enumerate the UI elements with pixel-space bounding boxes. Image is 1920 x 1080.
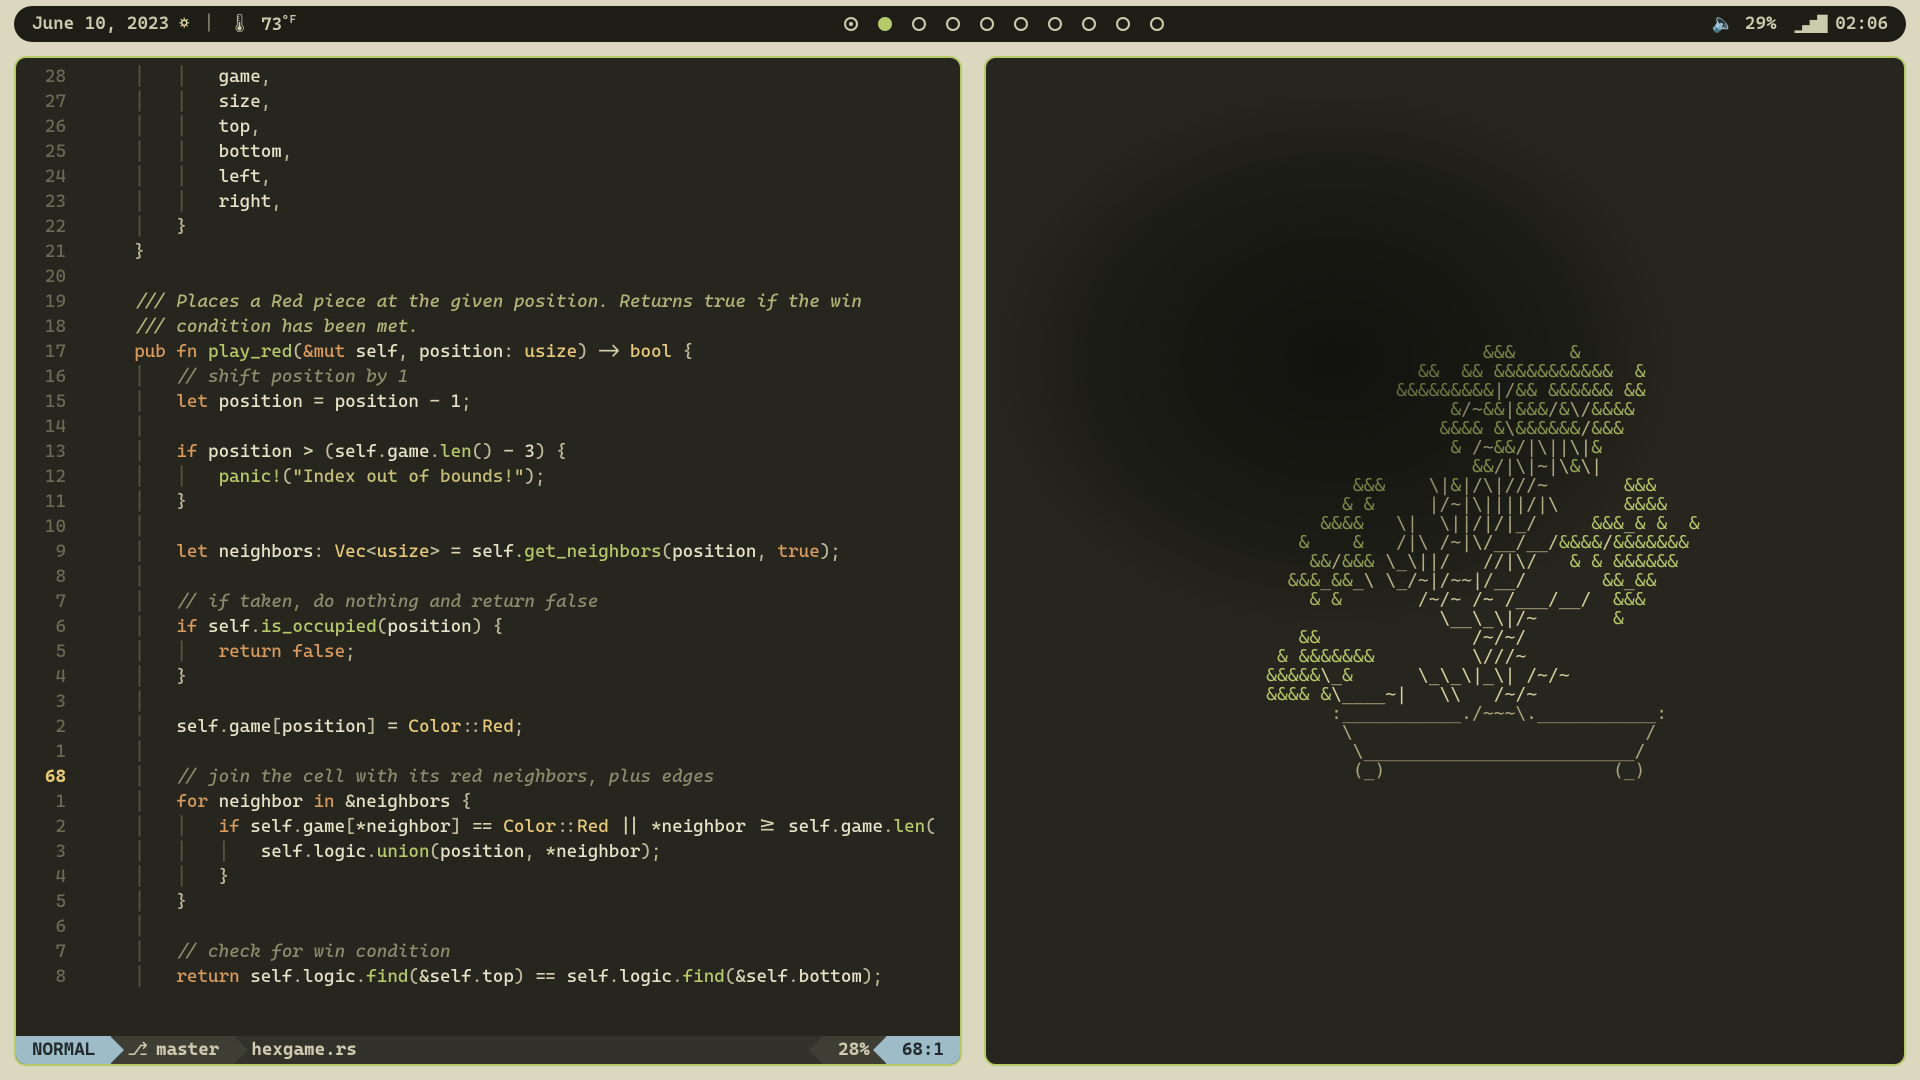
volume-label: 29% bbox=[1745, 13, 1777, 34]
filename-segment: hexgame.rs bbox=[235, 1036, 822, 1064]
git-branch-label: master bbox=[156, 1041, 219, 1059]
workspace-dot-4[interactable] bbox=[980, 17, 994, 31]
mode-segment: NORMAL bbox=[16, 1036, 111, 1064]
topbar-right: 🔈 29% ▁▃▅▇ 02:06 bbox=[1712, 15, 1888, 33]
topbar-left: June 10, 2023 ☼ | 🌡 73°F bbox=[32, 14, 297, 34]
workspace-dot-1[interactable] bbox=[878, 17, 892, 31]
workspace-indicator[interactable] bbox=[297, 17, 1712, 31]
thermometer-icon: 🌡 bbox=[228, 15, 251, 33]
workspace-dot-3[interactable] bbox=[946, 17, 960, 31]
workspace-dot-2[interactable] bbox=[912, 17, 926, 31]
workspace-panes: 2827262524232221201918171615141312111098… bbox=[14, 56, 1906, 1066]
workspace-dot-9[interactable] bbox=[1150, 17, 1164, 31]
code-area[interactable]: │ │ game, │ │ size, │ │ top, │ │ bottom,… bbox=[80, 64, 960, 1034]
git-branch-segment: ⎇ master bbox=[111, 1036, 235, 1064]
workspace-dot-0[interactable] bbox=[844, 17, 858, 31]
separator: | bbox=[200, 15, 219, 33]
speaker-icon: 🔈 bbox=[1712, 15, 1734, 33]
editor-pane[interactable]: 2827262524232221201918171615141312111098… bbox=[14, 56, 962, 1066]
date-label: June 10, 2023 bbox=[32, 15, 169, 33]
terminal-content: &&& & && && &&&&&&&&&&& & &&&&&&&&&|/&& … bbox=[986, 58, 1904, 1064]
workspace-dot-6[interactable] bbox=[1048, 17, 1062, 31]
signal-icon: ▁▃▅▇ bbox=[1795, 15, 1825, 33]
sun-icon: ☼ bbox=[179, 15, 190, 33]
temperature-label: 73°F bbox=[261, 14, 297, 34]
workspace-dot-8[interactable] bbox=[1116, 17, 1130, 31]
volume-group: 🔈 29% bbox=[1712, 15, 1777, 33]
line-number-gutter: 2827262524232221201918171615141312111098… bbox=[16, 64, 80, 1034]
top-bar: June 10, 2023 ☼ | 🌡 73°F 🔈 29% ▁▃▅▇ 02:0… bbox=[14, 6, 1906, 42]
git-branch-icon: ⎇ bbox=[127, 1041, 148, 1059]
terminal-pane[interactable]: &&& & && && &&&&&&&&&&& & &&&&&&&&&|/&& … bbox=[984, 56, 1906, 1066]
workspace-dot-5[interactable] bbox=[1014, 17, 1028, 31]
workspace-dot-7[interactable] bbox=[1082, 17, 1096, 31]
editor-statusline: NORMAL ⎇ master hexgame.rs 28% 68:1 bbox=[16, 1036, 960, 1064]
editor-body[interactable]: 2827262524232221201918171615141312111098… bbox=[16, 58, 960, 1034]
clock-group: ▁▃▅▇ 02:06 bbox=[1795, 15, 1888, 33]
bonsai-art: &&& & && && &&&&&&&&&&& & &&&&&&&&&|/&& … bbox=[1190, 343, 1700, 780]
cursor-position-segment: 68:1 bbox=[886, 1036, 960, 1064]
clock-label: 02:06 bbox=[1835, 13, 1888, 34]
